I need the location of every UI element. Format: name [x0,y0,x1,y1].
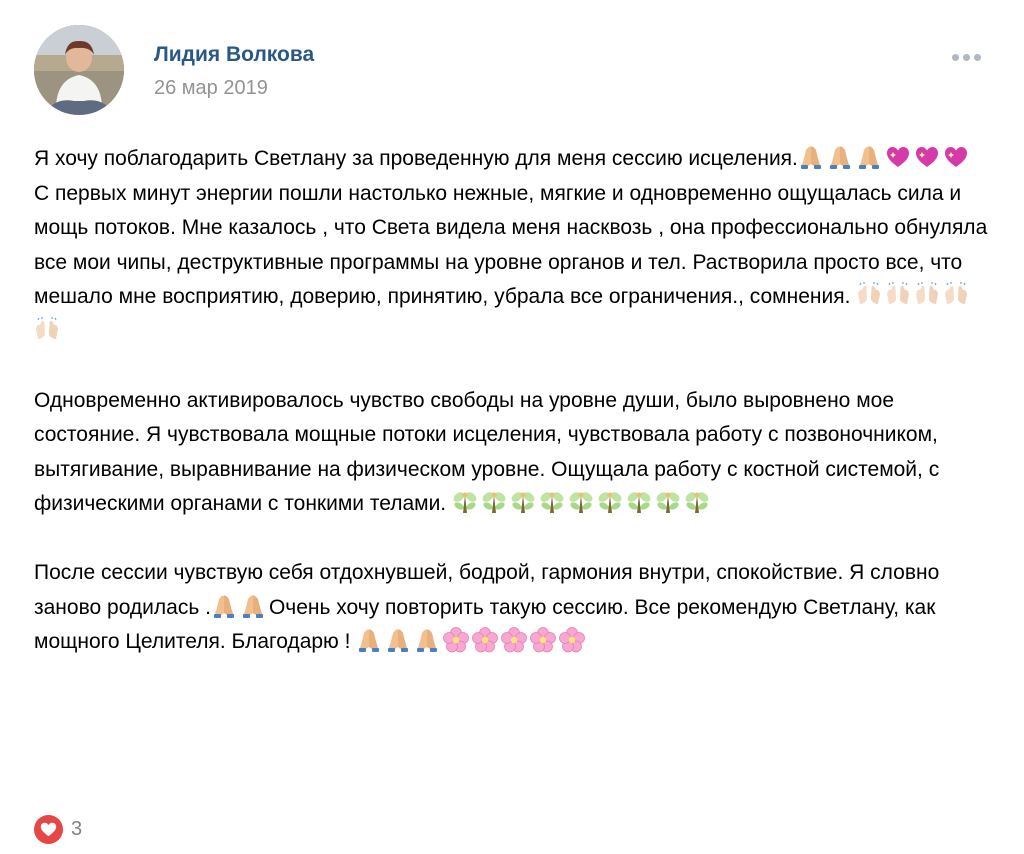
folded-hands-icon [414,627,440,653]
author-name[interactable]: Лидия Волкова [154,42,314,68]
post-text: Я хочу поблагодарить Светлану за проведе… [34,142,990,660]
fairy-icon [684,489,710,515]
dot [951,53,959,61]
folded-hands-icon [827,144,853,170]
avatar-photo [34,25,124,115]
sparkling-heart-icon [914,144,940,170]
fairy-icon [510,489,536,515]
post-card: Лидия Волкова 26 мар 2019 Я хочу поблаго… [0,0,1024,854]
like-count: 3 [71,817,83,840]
folded-hands-icon [211,593,237,619]
fairy-icon [539,489,565,515]
more-options-icon[interactable] [946,45,986,69]
heart-icon [34,814,63,844]
dot [962,53,970,61]
sparkling-heart-icon [943,144,969,170]
post-paragraph: После сессии чувствую себя отдохнувшей, … [34,556,990,660]
raising-hands-icon [914,282,940,308]
cherry-blossom-icon [530,627,557,653]
like-button[interactable]: 3 [34,814,82,844]
fairy-icon [597,489,623,515]
raising-hands-icon [943,282,969,308]
author-avatar[interactable] [34,25,124,115]
post-date[interactable]: 26 мар 2019 [154,76,268,100]
fairy-icon [568,489,594,515]
post-paragraph: Одновременно активировалось чувство своб… [34,384,990,522]
folded-hands-icon [240,593,266,619]
sparkling-heart-icon [885,144,911,170]
raising-hands-icon [34,316,60,343]
folded-hands-icon [856,144,882,170]
cherry-blossom-icon [472,627,499,653]
post-paragraph: Я хочу поблагодарить Светлану за проведе… [34,142,990,349]
fairy-icon [655,489,681,515]
post-text-segment: С первых минут энергии пошли настолько н… [34,181,988,309]
fairy-icon [452,489,478,515]
folded-hands-icon [385,627,411,653]
cherry-blossom-icon [443,627,470,653]
cherry-blossom-icon [501,627,528,653]
post-text-segment: Я хочу поблагодарить Светлану за проведе… [34,147,798,170]
fairy-icon [481,489,507,515]
raising-hands-icon [856,282,882,308]
raising-hands-icon [885,282,911,308]
fairy-icon [626,489,652,515]
dot [973,53,981,61]
folded-hands-icon [798,144,824,170]
cherry-blossom-icon [559,627,586,653]
folded-hands-icon [356,627,382,653]
